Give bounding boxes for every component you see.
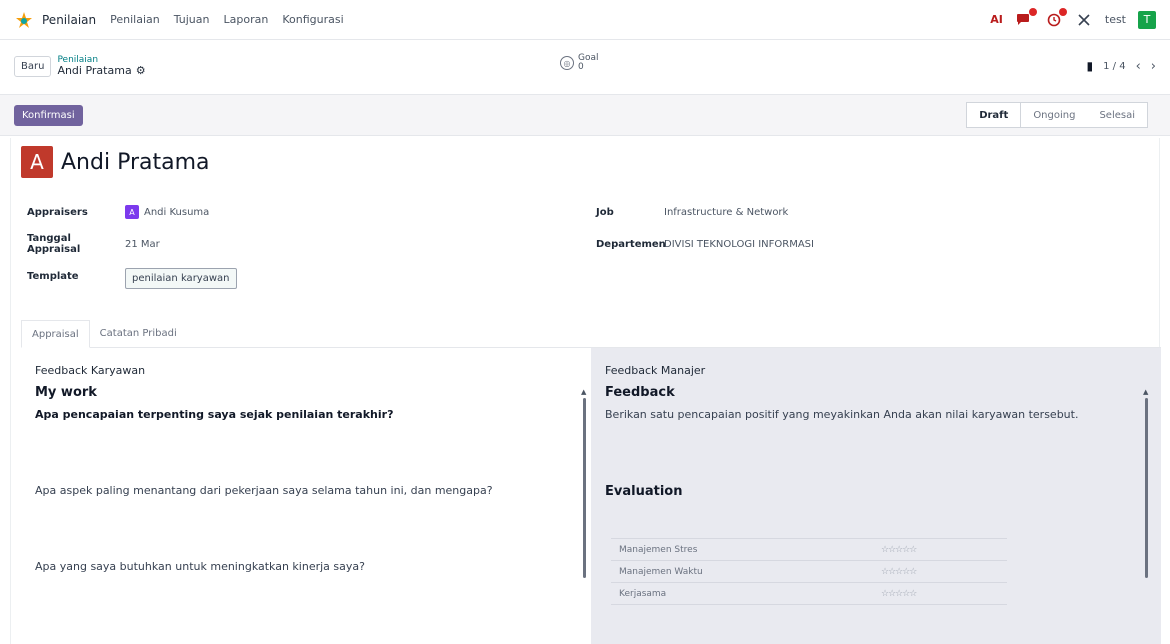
fields-left: Appraisers A Andi Kusuma Tanggal Apprais…: [27, 196, 237, 292]
stage-selesai[interactable]: Selesai: [1087, 103, 1147, 127]
employee-avatar: A: [21, 146, 53, 178]
manager-feedback-text: Berikan satu pencapaian positif yang mey…: [605, 408, 1079, 421]
appraiser-name: Andi Kusuma: [144, 206, 210, 218]
scroll-up-icon[interactable]: ▲: [581, 388, 586, 396]
ai-button[interactable]: AI: [990, 13, 1003, 26]
manager-feedback-header: Feedback Manajer: [605, 364, 706, 377]
department-label: Departemen: [596, 238, 666, 250]
breadcrumb: Penilaian Andi Pratama ⚙: [57, 55, 145, 78]
field-date: Tanggal Appraisal 21 Mar: [27, 228, 237, 260]
menu-laporan[interactable]: Laporan: [224, 13, 269, 26]
employee-name: Andi Pratama: [61, 149, 210, 175]
evaluation-criterion: Manajemen Waktu: [619, 566, 703, 577]
status-bar: Draft Ongoing Selesai: [966, 102, 1148, 128]
previous-record-icon[interactable]: ‹: [1136, 59, 1141, 74]
new-button[interactable]: Baru: [14, 55, 52, 77]
tab-catatan-pribadi[interactable]: Catatan Pribadi: [90, 319, 187, 347]
navbar-systray: AI test T: [990, 7, 1156, 29]
top-navbar: Penilaian Penilaian Tujuan Laporan Konfi…: [0, 0, 1170, 40]
evaluation-table: Manajemen Stres ☆☆☆☆☆ Manajemen Waktu ☆☆…: [611, 538, 1007, 605]
menu-tujuan[interactable]: Tujuan: [174, 13, 210, 26]
evaluation-criterion: Manajemen Stres: [619, 544, 698, 555]
employee-feedback-panel[interactable]: Feedback Karyawan My work Apa pencapaian…: [21, 348, 601, 644]
goal-count: 0: [578, 62, 584, 72]
confirm-button[interactable]: Konfirmasi: [14, 104, 83, 126]
activity-clock-icon[interactable]: [1045, 7, 1067, 29]
breadcrumb-current: Andi Pratama ⚙: [57, 63, 146, 78]
star-rating[interactable]: ☆☆☆☆☆: [881, 589, 917, 599]
field-appraisers: Appraisers A Andi Kusuma: [27, 196, 237, 228]
manager-feedback-scrollbar[interactable]: [1145, 398, 1148, 578]
appraisal-app-icon[interactable]: [14, 10, 34, 30]
appraiser-avatar: A: [125, 205, 139, 219]
breadcrumb-current-label: Andi Pratama: [57, 63, 132, 77]
department-value[interactable]: DIVISI TEKNOLOGI INFORMASI: [664, 239, 814, 250]
discuss-badge: [1028, 7, 1037, 16]
manager-feedback-title: Feedback: [605, 385, 675, 400]
tools-icon[interactable]: [1075, 11, 1093, 29]
discuss-icon[interactable]: [1015, 7, 1037, 29]
evaluation-row: Kerjasama ☆☆☆☆☆: [611, 583, 1007, 605]
target-icon: ◎: [560, 56, 574, 70]
activity-badge: [1058, 7, 1067, 16]
template-label: Template: [27, 270, 79, 282]
scroll-up-icon[interactable]: ▲: [1143, 388, 1148, 396]
field-job: Job Infrastructure & Network: [596, 196, 814, 228]
employee-feedback-header: Feedback Karyawan: [35, 364, 146, 377]
evaluation-row: Manajemen Waktu ☆☆☆☆☆: [611, 561, 1007, 583]
record-title: A Andi Pratama: [21, 146, 210, 178]
template-value[interactable]: penilaian karyawan: [125, 267, 237, 289]
user-avatar[interactable]: T: [1138, 10, 1156, 29]
fields-right: Job Infrastructure & Network Departemen …: [596, 196, 814, 260]
tab-appraisal[interactable]: Appraisal: [21, 320, 90, 348]
company-switcher[interactable]: test: [1105, 13, 1126, 26]
question-1: Apa pencapaian terpenting saya sejak pen…: [35, 408, 394, 421]
question-2: Apa aspek paling menantang dari pekerjaa…: [35, 484, 493, 497]
question-3: Apa yang saya butuhkan untuk meningkatka…: [35, 560, 365, 573]
employee-feedback-title: My work: [35, 385, 97, 400]
stage-ongoing[interactable]: Ongoing: [1021, 103, 1087, 127]
goal-smart-button[interactable]: ◎ Goal 0: [560, 54, 599, 72]
app-brand[interactable]: Penilaian: [42, 13, 96, 27]
stage-draft[interactable]: Draft: [967, 103, 1022, 127]
field-department: Departemen DIVISI TEKNOLOGI INFORMASI: [596, 228, 814, 260]
menu-penilaian[interactable]: Penilaian: [110, 13, 160, 26]
evaluation-row: Manajemen Stres ☆☆☆☆☆: [611, 539, 1007, 561]
field-template: Template penilaian karyawan: [27, 260, 237, 292]
menu-konfigurasi[interactable]: Konfigurasi: [282, 13, 343, 26]
evaluation-criterion: Kerjasama: [619, 588, 667, 599]
pin-icon[interactable]: ▮: [1087, 59, 1094, 73]
date-value[interactable]: 21 Mar: [125, 239, 160, 250]
employee-feedback-scrollbar[interactable]: [583, 398, 586, 578]
appraisers-label: Appraisers: [27, 206, 88, 218]
evaluation-title: Evaluation: [605, 484, 683, 499]
appraisers-value[interactable]: A Andi Kusuma: [125, 205, 209, 219]
next-record-icon[interactable]: ›: [1151, 59, 1156, 74]
gear-icon[interactable]: ⚙: [136, 64, 146, 78]
control-panel: Baru Penilaian Andi Pratama ⚙ ◎ Goal 0 ▮…: [0, 44, 1170, 88]
notebook-tabs: Appraisal Catatan Pribadi: [21, 320, 1161, 348]
job-label: Job: [596, 206, 614, 218]
date-label: Tanggal Appraisal: [27, 233, 81, 255]
job-value[interactable]: Infrastructure & Network: [664, 207, 788, 218]
pager-value[interactable]: 1 / 4: [1103, 61, 1125, 72]
star-rating[interactable]: ☆☆☆☆☆: [881, 545, 917, 555]
action-bar: Konfirmasi Draft Ongoing Selesai: [0, 94, 1170, 136]
goal-text: Goal 0: [578, 54, 599, 72]
pager: ▮ 1 / 4 ‹ ›: [1087, 59, 1156, 74]
star-rating[interactable]: ☆☆☆☆☆: [881, 567, 917, 577]
manager-feedback-panel[interactable]: Feedback Manajer Feedback Berikan satu p…: [591, 348, 1161, 644]
form-sheet: A Andi Pratama Appraisers A Andi Kusuma …: [10, 138, 1161, 644]
